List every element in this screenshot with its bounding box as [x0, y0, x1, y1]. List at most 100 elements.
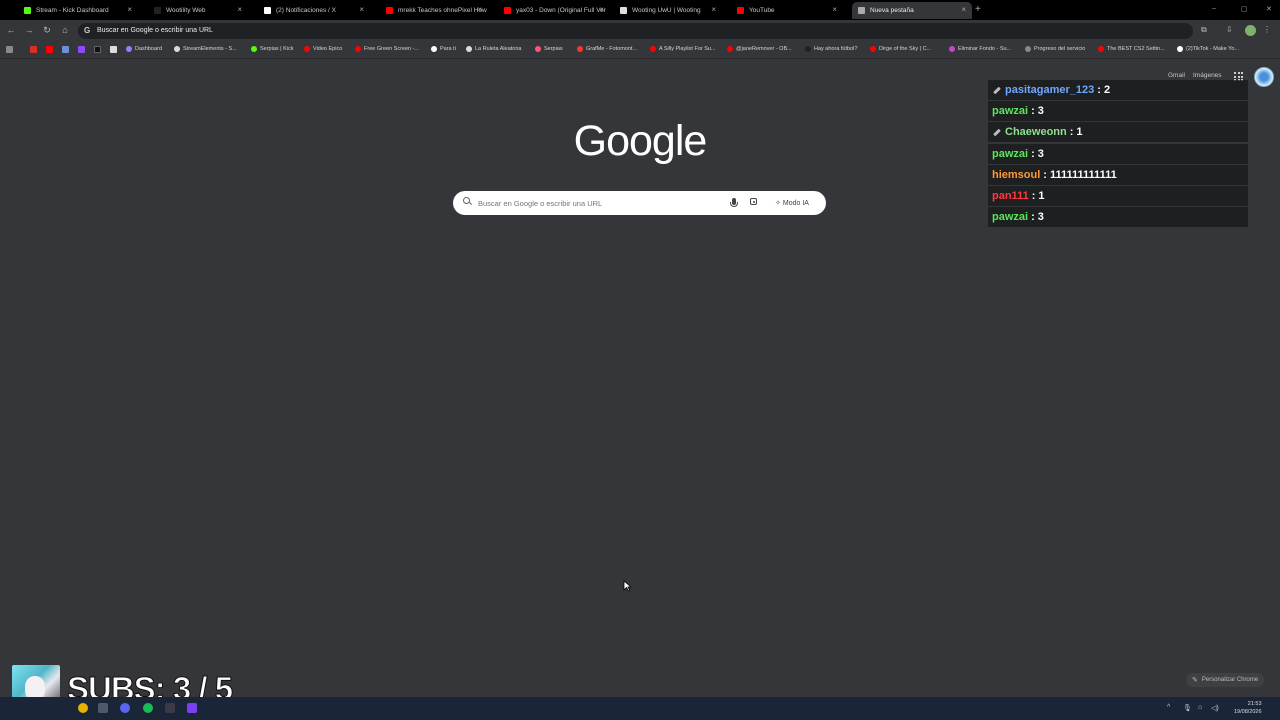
chat-text: 3	[1037, 105, 1044, 118]
youtube-bookmark-icon[interactable]	[46, 46, 53, 53]
tab-close-icon[interactable]: ×	[711, 5, 716, 14]
tiktok-bookmark-icon[interactable]	[94, 46, 101, 53]
app-taskbar-icon[interactable]	[98, 703, 108, 713]
search-box[interactable]: ✧ Modo IA	[453, 191, 826, 215]
bookmark-item[interactable]: Free Green Screen -...	[355, 46, 419, 52]
bookmark-item[interactable]: Serpias | Kick	[251, 46, 294, 52]
profile-avatar[interactable]	[1245, 25, 1256, 36]
bookmark-label: Progreso del servicio	[1034, 46, 1086, 52]
bookmark-item[interactable]: Dirge of the Sky | C...	[870, 46, 931, 52]
tab-close-icon[interactable]: ×	[477, 5, 482, 14]
chat-text: 3	[1037, 147, 1044, 160]
tab-close-icon[interactable]: ×	[832, 5, 837, 14]
bookmark-item[interactable]: La Ruleta Aleatoria	[466, 46, 521, 52]
gmail-bookmark-icon[interactable]	[30, 46, 37, 53]
sword-badge-icon	[992, 128, 1001, 137]
tray-chevron-icon[interactable]: ^	[1167, 704, 1170, 711]
downloads-icon[interactable]: ⇩	[1226, 25, 1233, 34]
browser-tab[interactable]: Wootility Web ×	[148, 2, 248, 19]
browser-tab[interactable]: (2) Notificaciones / X ×	[258, 2, 370, 19]
bookmark-item[interactable]: Progreso del servicio	[1025, 46, 1085, 52]
bookmark-item[interactable]: Video Epico	[304, 46, 342, 52]
bookmark-item[interactable]: Serpias	[535, 46, 563, 52]
bookmark-favicon-icon	[304, 46, 310, 52]
bookmark-item[interactable]: Para ti	[431, 46, 456, 52]
browser-tab[interactable]: Nueva pestaña ×	[852, 2, 972, 19]
tab-strip: Stream - Kick Dashboard × Wootility Web × (2…	[0, 0, 1280, 20]
sword-badge-icon	[992, 86, 1001, 95]
google-lens-icon[interactable]	[750, 198, 757, 205]
x-bookmark-icon[interactable]	[110, 46, 117, 53]
app-taskbar-icon[interactable]	[165, 703, 175, 713]
close-window-icon[interactable]: ✕	[1266, 5, 1272, 13]
bookmarks-bar: Dashboard StreamElements - S... Serpias | …	[0, 42, 1280, 59]
bookmark-item[interactable]: The BEST CS2 Settin...	[1098, 46, 1165, 52]
pencil-icon: ✎	[1192, 677, 1198, 684]
tab-title: YouTube	[749, 7, 775, 14]
chat-username: pawzai	[992, 105, 1029, 118]
tab-favicon-icon	[386, 7, 393, 14]
spotify-taskbar-icon[interactable]	[143, 703, 153, 713]
ai-mode-button[interactable]: ✧ Modo IA	[769, 195, 815, 211]
microphone-tray-icon[interactable]: 🎙	[1183, 704, 1192, 712]
browser-tab[interactable]: Wooting UwU | Wooting ×	[614, 2, 722, 19]
address-bar-text: Buscar en Google o escribir una URL	[97, 27, 213, 34]
bookmark-item[interactable]: Eliminar Fondo - Su...	[949, 46, 1011, 52]
browser-tab[interactable]: yax03 - Down (Original Full Ver ×	[498, 2, 610, 19]
app-taskbar-icon[interactable]	[187, 703, 197, 713]
bookmark-item[interactable]: GrafMe - Fotomont...	[577, 46, 637, 52]
bookmark-item[interactable]: @janeRemover - OB...	[727, 46, 792, 52]
twitch-bookmark-icon[interactable]	[78, 46, 85, 53]
tab-favicon-icon	[737, 7, 744, 14]
discord-taskbar-icon[interactable]	[120, 703, 130, 713]
gmail-link[interactable]: Gmail	[1168, 72, 1185, 79]
tab-close-icon[interactable]: ×	[599, 5, 604, 14]
back-icon[interactable]: ←	[5, 25, 17, 35]
bookmark-label: (2)TikTok - Make Yo...	[1186, 46, 1239, 52]
tab-favicon-icon	[154, 7, 161, 14]
menu-icon[interactable]: ⋮	[1263, 25, 1271, 34]
home-icon[interactable]: ⌂	[59, 25, 71, 35]
tab-close-icon[interactable]: ×	[127, 5, 132, 14]
bookmark-favicon-icon	[1098, 46, 1104, 52]
browser-tab[interactable]: mrekk Teaches ohnePixel How t ×	[380, 2, 488, 19]
chat-username: pan111	[992, 189, 1029, 202]
bookmark-item[interactable]: Hay ahora fútbol?	[805, 46, 857, 52]
volume-icon[interactable]: ◁)	[1211, 704, 1219, 712]
chat-username: pawzai	[992, 211, 1029, 224]
chat-separator: :	[1031, 105, 1035, 118]
customize-chrome-button[interactable]: ✎ Personalizar Chrome	[1186, 673, 1265, 687]
search-input[interactable]	[478, 195, 718, 211]
browser-tab[interactable]: YouTube ×	[731, 2, 843, 19]
reload-icon[interactable]: ↻	[41, 25, 53, 36]
bookmark-item[interactable]: (2)TikTok - Make Yo...	[1177, 46, 1239, 52]
minimize-icon[interactable]: –	[1212, 5, 1216, 12]
apps-shortcut-icon[interactable]	[6, 46, 13, 53]
customize-chrome-label: Personalizar Chrome	[1201, 677, 1259, 683]
browser-tab[interactable]: Stream - Kick Dashboard ×	[18, 2, 138, 19]
tab-close-icon[interactable]: ×	[961, 5, 966, 14]
chrome-taskbar-icon[interactable]	[78, 703, 88, 713]
tab-title: Stream - Kick Dashboard	[36, 7, 109, 14]
google-logo: Google	[573, 117, 708, 165]
bookmark-item[interactable]: A Silly Playlist For Su...	[650, 46, 716, 52]
network-icon[interactable]: ⌂	[1198, 704, 1202, 711]
bookmark-item[interactable]: StreamElements - S...	[174, 46, 237, 52]
mouse-cursor-icon	[623, 580, 631, 592]
address-bar[interactable]: G Buscar en Google o escribir una URL	[78, 23, 1193, 39]
microphone-icon[interactable]	[730, 198, 738, 207]
chat-text: 3	[1037, 211, 1044, 224]
tab-close-icon[interactable]: ×	[359, 5, 364, 14]
forward-icon[interactable]: →	[23, 25, 35, 35]
bookmark-item[interactable]: Dashboard	[126, 46, 162, 52]
taskbar-clock[interactable]: 21:53 19/08/2026	[1234, 700, 1262, 716]
images-link[interactable]: Imágenes	[1193, 72, 1222, 79]
tab-title: yax03 - Down (Original Full Ver	[516, 7, 606, 14]
account-avatar[interactable]	[1254, 67, 1274, 87]
bookmark-icon[interactable]	[62, 46, 69, 53]
extensions-icon[interactable]: ⧉	[1201, 25, 1207, 35]
bookmark-label: The BEST CS2 Settin...	[1107, 46, 1165, 52]
new-tab-button[interactable]: +	[975, 4, 981, 15]
tab-close-icon[interactable]: ×	[237, 5, 242, 14]
maximize-icon[interactable]: ▢	[1241, 5, 1248, 13]
